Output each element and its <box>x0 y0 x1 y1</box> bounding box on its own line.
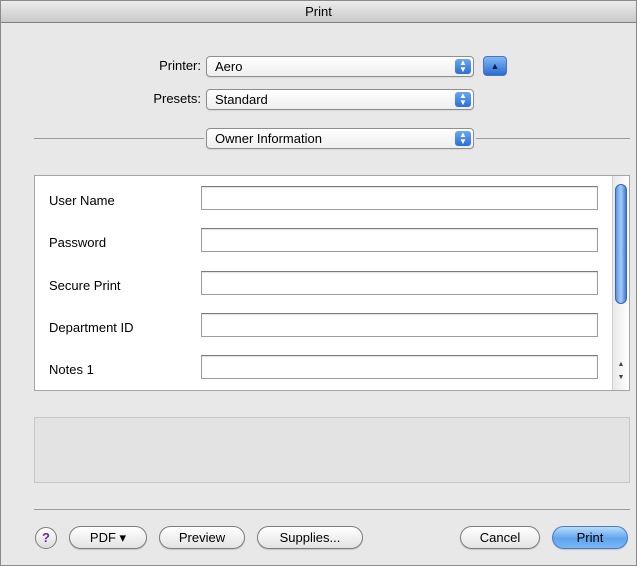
info-box <box>34 417 630 483</box>
printer-popup-value: Aero <box>215 59 243 74</box>
field-label-department-id: Department ID <box>49 320 134 335</box>
print-button[interactable]: Print <box>552 526 628 549</box>
notes-1-input[interactable] <box>201 355 598 379</box>
printer-popup[interactable]: Aero ▲ ▼ <box>206 56 474 77</box>
preview-button[interactable]: Preview <box>159 526 245 549</box>
window-title: Print <box>1 1 636 23</box>
print-dialog: Print Printer: Aero ▲ ▼ ▲ Presets: Standa… <box>0 0 637 566</box>
help-button[interactable]: ? <box>35 527 57 549</box>
field-label-password: Password <box>49 235 107 250</box>
bottom-separator <box>34 509 630 510</box>
password-input[interactable] <box>201 228 598 252</box>
updown-arrows-icon: ▲ ▼ <box>455 92 471 107</box>
department-id-input[interactable] <box>201 313 598 337</box>
separator-left <box>34 138 204 139</box>
pdf-button[interactable]: PDF ▾ <box>69 526 147 549</box>
section-popup[interactable]: Owner Information ▲ ▼ <box>206 128 474 149</box>
printer-label: Printer: <box>159 58 201 73</box>
presets-label: Presets: <box>153 91 201 106</box>
updown-arrows-icon: ▲ ▼ <box>455 59 471 74</box>
scroll-down-arrow-icon[interactable]: ▼ <box>616 373 626 382</box>
cancel-button[interactable]: Cancel <box>460 526 540 549</box>
presets-popup-value: Standard <box>215 92 268 107</box>
disclosure-triangle-icon[interactable]: ▲ <box>483 56 507 76</box>
updown-arrows-icon: ▲ ▼ <box>455 131 471 146</box>
presets-popup[interactable]: Standard ▲ ▼ <box>206 89 474 110</box>
supplies-button[interactable]: Supplies... <box>257 526 363 549</box>
scrollbar-thumb[interactable] <box>615 184 627 304</box>
secure-print-input[interactable] <box>201 271 598 295</box>
separator-right <box>476 138 630 139</box>
field-label-notes-1: Notes 1 <box>49 362 94 377</box>
section-popup-value: Owner Information <box>215 131 322 146</box>
field-label-secure-print: Secure Print <box>49 278 121 293</box>
scroll-up-arrow-icon[interactable]: ▲ <box>616 360 626 369</box>
user-name-input[interactable] <box>201 186 598 210</box>
panel-scrollbar[interactable]: ▲ ▼ <box>612 176 629 390</box>
owner-info-panel: User Name Password Secure Print Departme… <box>34 175 630 391</box>
field-label-user-name: User Name <box>49 193 115 208</box>
